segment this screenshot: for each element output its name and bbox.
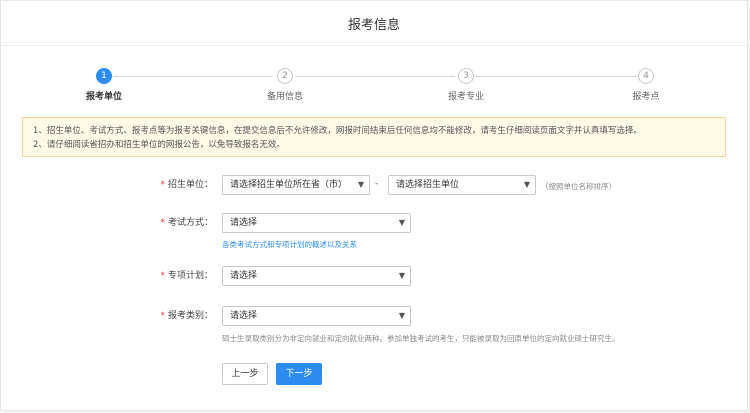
exam-method-select-value: 请选择	[230, 218, 258, 228]
step-label: 备用信息	[266, 92, 303, 102]
notice-line-2: 2、请仔细阅读省招办和招生单位的网报公告，以免导致报名无效。	[33, 140, 285, 150]
step-number: 3	[458, 68, 474, 84]
exam-method-select[interactable]: 请选择 ▼	[222, 213, 411, 233]
form-card: 报考信息 1 报考单位 2 备用信息 3 报考专业 4 报考点 1、招生单位、考…	[0, 0, 748, 411]
unit-select[interactable]: 请选择招生单位 ▼	[388, 175, 536, 195]
step-label: 报考专业	[447, 92, 484, 102]
special-plan-label: * 专项计划：	[1, 266, 213, 286]
unit-select-value: 请选择招生单位	[396, 180, 460, 190]
page-header: 报考信息	[1, 1, 747, 46]
category-label: * 报考类别：	[1, 306, 213, 326]
step-4: 4 报考点	[606, 67, 686, 102]
step-number: 4	[638, 68, 654, 84]
category-label-text: 报考类别：	[167, 311, 213, 321]
exam-method-label: * 考试方式：	[1, 213, 213, 233]
notice-line-1: 1、招生单位、考试方式、报考点等为报考关键信息，在提交信息后不允许修改，网报时间…	[33, 126, 642, 136]
required-mark: *	[160, 271, 165, 281]
chevron-down-icon: ▼	[398, 311, 405, 320]
step-label: 报考单位	[85, 92, 122, 102]
step-1: 1 报考单位	[64, 67, 144, 102]
exam-method-label-text: 考试方式：	[167, 218, 213, 228]
unit-label-text: 招生单位：	[167, 180, 213, 190]
category-select-value: 请选择	[230, 311, 258, 321]
required-mark: *	[160, 218, 165, 228]
chevron-down-icon: ▼	[357, 180, 364, 189]
exam-method-overview-link[interactable]: 各类考试方式和专项计划的概述以及关系	[222, 239, 357, 250]
step-label: 报考点	[632, 92, 660, 102]
select-separator: -	[375, 179, 379, 189]
required-mark: *	[160, 180, 165, 190]
chevron-down-icon: ▼	[398, 218, 405, 227]
prev-step-button[interactable]: 上一步	[222, 363, 268, 385]
required-mark: *	[160, 311, 165, 321]
chevron-down-icon: ▼	[398, 271, 405, 280]
category-hint: 硕士生录取类别分为非定向就业和定向就业两种。参加单独考试的考生，只能被录取为回原…	[222, 334, 620, 343]
special-plan-label-text: 专项计划：	[167, 271, 213, 281]
page-title: 报考信息	[347, 17, 400, 33]
step-3: 3 报考专业	[426, 67, 506, 102]
next-step-button[interactable]: 下一步	[276, 363, 322, 385]
notice-box: 1、招生单位、考试方式、报考点等为报考关键信息，在提交信息后不允许修改，网报时间…	[22, 117, 726, 157]
category-select[interactable]: 请选择 ▼	[222, 306, 411, 326]
unit-sort-hint: （按照单位名称排序）	[541, 182, 616, 191]
unit-label: * 招生单位：	[1, 175, 213, 195]
province-select-value: 请选择招生单位所在省（市）	[230, 180, 348, 190]
step-2: 2 备用信息	[245, 67, 325, 102]
province-select[interactable]: 请选择招生单位所在省（市） ▼	[222, 175, 370, 195]
progress-steps: 1 报考单位 2 备用信息 3 报考专业 4 报考点	[1, 67, 750, 107]
chevron-down-icon: ▼	[523, 180, 530, 189]
special-plan-select[interactable]: 请选择 ▼	[222, 266, 411, 286]
step-number: 1	[96, 68, 112, 84]
step-number: 2	[277, 68, 293, 84]
special-plan-select-value: 请选择	[230, 271, 258, 281]
